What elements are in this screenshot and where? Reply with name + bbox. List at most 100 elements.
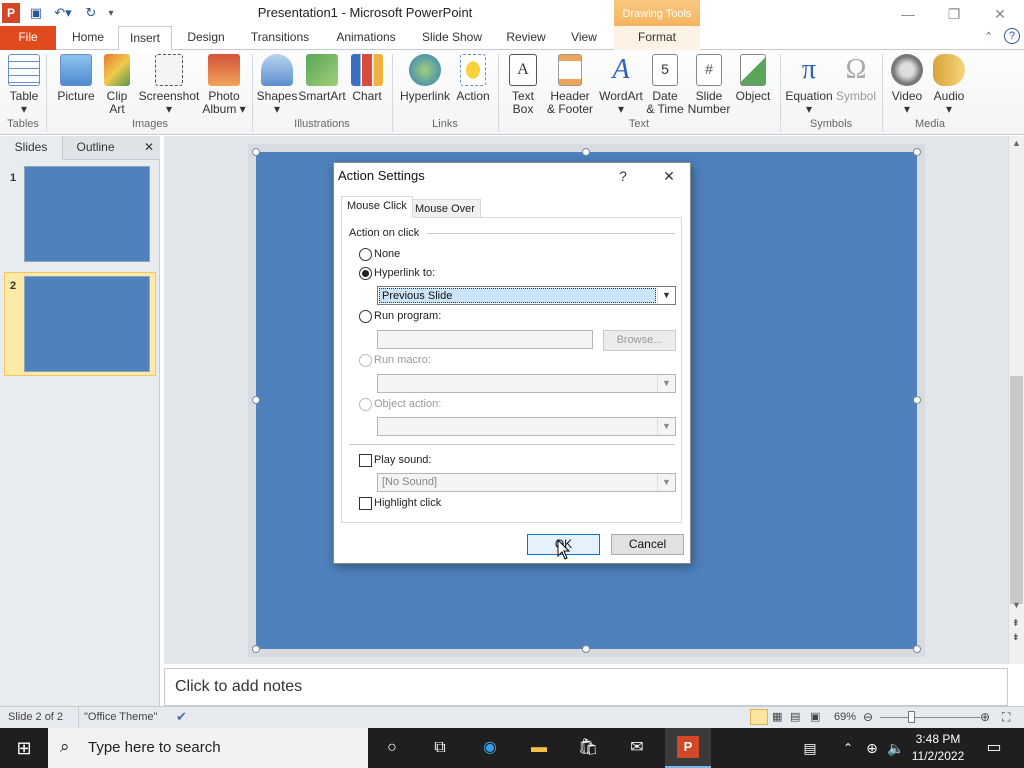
mail-icon[interactable]: ✉ — [625, 736, 649, 760]
chevron-down-icon[interactable]: ▼ — [657, 375, 675, 392]
scroll-up-icon[interactable]: ▲ — [1012, 138, 1021, 148]
notes-pane[interactable]: Click to add notes — [164, 668, 1008, 706]
radio-run-macro[interactable] — [359, 354, 372, 367]
run-program-input[interactable] — [377, 330, 593, 349]
chevron-down-icon[interactable]: ▼ — [657, 287, 675, 304]
object-action-select[interactable]: ▼ — [377, 417, 676, 436]
tab-view[interactable]: View — [562, 26, 606, 50]
text-box-button[interactable]: A Text Box — [504, 54, 542, 116]
sound-select[interactable]: [No Sound] ▼ — [377, 473, 676, 492]
normal-view-icon[interactable] — [750, 709, 768, 725]
date-time-button[interactable]: 5 Date & Time — [644, 54, 686, 116]
resize-handle[interactable] — [913, 645, 921, 653]
screenshot-button[interactable]: Screenshot ▾ — [138, 54, 200, 116]
hyperlink-select[interactable]: Previous Slide ▼ — [377, 286, 676, 305]
radio-object-action[interactable] — [359, 398, 372, 411]
scroll-down-icon[interactable]: ▼ — [1012, 600, 1021, 610]
store-icon[interactable]: 🛍 — [576, 736, 600, 760]
hyperlink-button[interactable]: Hyperlink — [396, 54, 454, 103]
tab-transitions[interactable]: Transitions — [242, 26, 318, 50]
tray-expand-icon[interactable]: ⌃ — [836, 736, 860, 760]
volume-icon[interactable]: 🔈 — [884, 736, 908, 760]
close-window-icon[interactable]: ✕ — [978, 2, 1022, 26]
tab-slides[interactable]: Slides — [0, 136, 62, 160]
smartart-button[interactable]: SmartArt — [298, 54, 346, 103]
picture-button[interactable]: Picture — [54, 54, 98, 103]
run-macro-select[interactable]: ▼ — [377, 374, 676, 393]
cancel-button[interactable]: Cancel — [611, 534, 684, 555]
radio-hyperlink[interactable] — [359, 267, 372, 280]
play-sound-checkbox[interactable] — [359, 454, 372, 467]
slide-sorter-icon[interactable]: ▦ — [772, 710, 782, 723]
reading-view-icon[interactable]: ▤ — [790, 710, 800, 723]
zoom-out-icon[interactable]: ⊖ — [863, 710, 873, 724]
tab-format[interactable]: Format — [614, 26, 700, 50]
resize-handle[interactable] — [252, 148, 260, 156]
audio-button[interactable]: Audio ▾ — [928, 54, 970, 116]
zoom-slider[interactable] — [880, 717, 980, 718]
cortana-icon[interactable]: ○ — [380, 736, 404, 760]
resize-handle[interactable] — [913, 148, 921, 156]
resize-handle[interactable] — [582, 148, 590, 156]
shapes-button[interactable]: Shapes ▾ — [256, 54, 298, 116]
tab-review[interactable]: Review — [498, 26, 554, 50]
photo-album-button[interactable]: Photo Album ▾ — [202, 54, 246, 116]
radio-none[interactable] — [359, 248, 372, 261]
object-button[interactable]: Object — [732, 54, 774, 103]
news-icon[interactable]: ▤ — [798, 736, 822, 760]
radio-hyperlink-label[interactable]: Hyperlink to: — [374, 267, 435, 279]
radio-run-macro-label[interactable]: Run macro: — [374, 354, 431, 366]
clock-date[interactable]: 11/2/2022 — [910, 749, 966, 763]
notifications-icon[interactable]: ▭ — [982, 736, 1006, 760]
highlight-click-label[interactable]: Highlight click — [374, 497, 441, 509]
zoom-level[interactable]: 69% — [834, 711, 856, 723]
highlight-click-checkbox[interactable] — [359, 497, 372, 510]
video-button[interactable]: Video ▾ — [886, 54, 928, 116]
browse-button[interactable]: Browse... — [603, 330, 676, 351]
slideshow-view-icon[interactable]: ▣ — [810, 710, 820, 723]
file-explorer-icon[interactable]: ▬ — [527, 736, 551, 760]
resize-handle[interactable] — [582, 645, 590, 653]
tab-animations[interactable]: Animations — [326, 26, 406, 50]
previous-slide-icon[interactable]: ⇞ — [1012, 618, 1020, 629]
close-panel-icon[interactable]: ✕ — [138, 136, 160, 160]
slide-number-button[interactable]: # Slide Number — [686, 54, 732, 116]
chart-button[interactable]: Chart — [348, 54, 386, 103]
powerpoint-taskbar-button[interactable]: P — [665, 728, 711, 768]
scroll-thumb[interactable] — [1010, 376, 1023, 604]
dialog-help-icon[interactable]: ? — [604, 163, 642, 189]
equation-button[interactable]: π Equation ▾ — [784, 54, 834, 116]
windows-start-icon[interactable]: ⊞ — [12, 736, 36, 760]
restore-icon[interactable]: ❐ — [932, 2, 976, 26]
clock-time[interactable]: 3:48 PM — [912, 732, 964, 746]
radio-none-label[interactable]: None — [374, 248, 400, 260]
radio-run-program[interactable] — [359, 310, 372, 323]
tab-mouse-over[interactable]: Mouse Over — [409, 199, 481, 219]
collapse-ribbon-icon[interactable]: ⌃ — [984, 30, 993, 43]
tab-mouse-click[interactable]: Mouse Click — [341, 196, 413, 218]
play-sound-label[interactable]: Play sound: — [374, 454, 431, 466]
fit-to-window-icon[interactable]: ⛶ — [1002, 710, 1010, 725]
radio-run-program-label[interactable]: Run program: — [374, 310, 441, 322]
vertical-scrollbar[interactable]: ▲ ▼ ⇞ ⇟ — [1008, 136, 1024, 664]
tab-insert[interactable]: Insert — [118, 26, 172, 51]
minimize-icon[interactable]: — — [886, 2, 930, 26]
next-slide-icon[interactable]: ⇟ — [1012, 632, 1020, 643]
zoom-slider-thumb[interactable] — [908, 711, 915, 723]
dialog-close-icon[interactable]: ✕ — [650, 163, 688, 189]
slide-thumbnail-1[interactable] — [24, 166, 150, 262]
help-icon[interactable]: ? — [1004, 28, 1020, 44]
tab-slide-show[interactable]: Slide Show — [414, 26, 490, 50]
spell-check-icon[interactable]: ✔ — [176, 709, 187, 725]
wordart-button[interactable]: A WordArt ▾ — [598, 54, 644, 116]
action-button[interactable]: Action — [454, 54, 492, 103]
table-button[interactable]: Table ▾ — [6, 54, 42, 116]
tab-home[interactable]: Home — [62, 26, 114, 50]
tab-file[interactable]: File — [0, 26, 56, 50]
tab-design[interactable]: Design — [178, 26, 234, 50]
clip-art-button[interactable]: Clip Art — [100, 54, 134, 116]
chevron-down-icon[interactable]: ▼ — [657, 474, 675, 491]
resize-handle[interactable] — [913, 396, 921, 404]
resize-handle[interactable] — [252, 396, 260, 404]
chevron-down-icon[interactable]: ▼ — [657, 418, 675, 435]
